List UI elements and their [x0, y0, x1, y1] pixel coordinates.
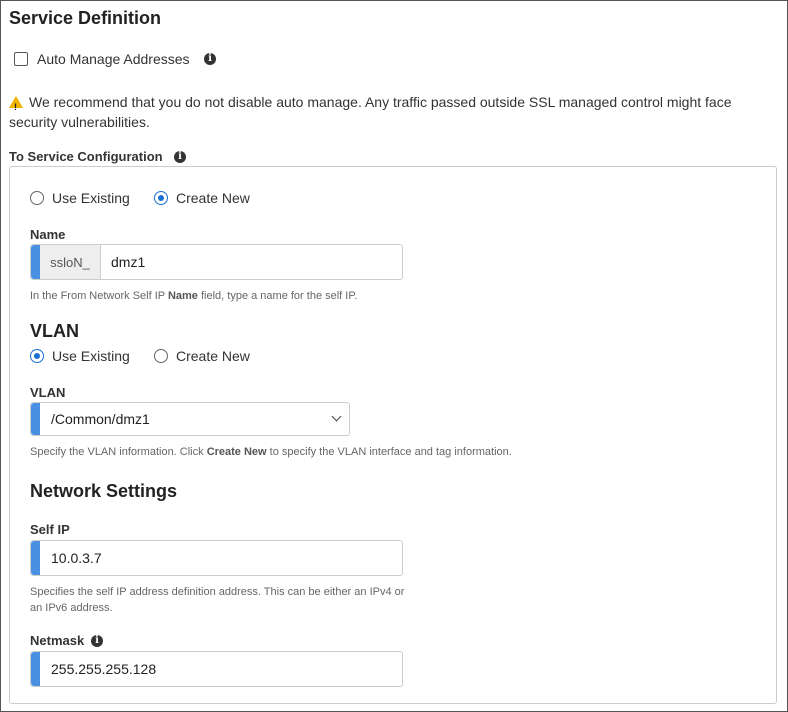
input-accent-bar — [31, 403, 40, 435]
auto-manage-checkbox[interactable] — [14, 52, 28, 66]
use-existing-radio[interactable] — [30, 191, 44, 205]
self-ip-help-text: Specifies the self IP address definition… — [30, 584, 404, 616]
name-value: dmz1 — [111, 254, 146, 270]
auto-manage-label: Auto Manage Addresses — [37, 51, 190, 67]
to-service-config-label: To Service Configuration — [9, 149, 163, 164]
create-new-radio[interactable] — [154, 191, 168, 205]
info-icon[interactable]: i — [174, 151, 186, 163]
vlan-selected-value: /Common/dmz1 — [51, 411, 150, 427]
self-ip-input[interactable]: 10.0.3.7 — [30, 540, 403, 576]
vlan-heading: VLAN — [30, 321, 79, 341]
vlan-field-label: VLAN — [30, 385, 66, 400]
network-settings-heading: Network Settings — [30, 481, 178, 501]
input-accent-bar — [31, 245, 40, 279]
vlan-use-existing-radio[interactable] — [30, 349, 44, 363]
vlan-use-existing-label: Use Existing — [52, 348, 130, 364]
info-icon[interactable]: i — [91, 635, 103, 647]
self-ip-label: Self IP — [30, 522, 70, 537]
self-ip-help-line-2: an IPv6 address. — [30, 602, 113, 614]
netmask-value: 255.255.255.128 — [51, 661, 157, 677]
section-title: Service Definition — [9, 8, 162, 28]
netmask-label: Netmask — [30, 633, 85, 648]
to-service-config-text: To Service Configuration — [9, 149, 163, 164]
warning-icon — [9, 96, 23, 117]
use-existing-label: Use Existing — [52, 190, 130, 206]
create-new-label: Create New — [176, 190, 250, 206]
vlan-select[interactable]: /Common/dmz1 — [30, 402, 350, 436]
self-ip-help-line-1: Specifies the self IP address definition… — [30, 586, 405, 598]
name-input[interactable]: ssloN_ dmz1 — [30, 244, 403, 280]
name-label: Name — [30, 227, 66, 242]
vlan-create-new-radio[interactable] — [154, 349, 168, 363]
warning-message: We recommend that you do not disable aut… — [9, 92, 769, 132]
name-prefix: ssloN_ — [40, 245, 101, 279]
name-help-text: In the From Network Self IP Name field, … — [30, 290, 358, 302]
netmask-input[interactable]: 255.255.255.128 — [30, 651, 403, 687]
input-accent-bar — [31, 652, 40, 686]
info-icon[interactable]: i — [204, 53, 216, 65]
service-definition-frame: Service Definition Auto Manage Addresses… — [0, 0, 788, 712]
chevron-down-icon[interactable] — [331, 411, 342, 422]
self-ip-value: 10.0.3.7 — [51, 550, 102, 566]
vlan-help-text: Specify the VLAN information. Click Crea… — [30, 446, 512, 458]
vlan-create-new-label: Create New — [176, 348, 250, 364]
warning-text: We recommend that you do not disable aut… — [9, 94, 732, 130]
input-accent-bar — [31, 541, 40, 575]
